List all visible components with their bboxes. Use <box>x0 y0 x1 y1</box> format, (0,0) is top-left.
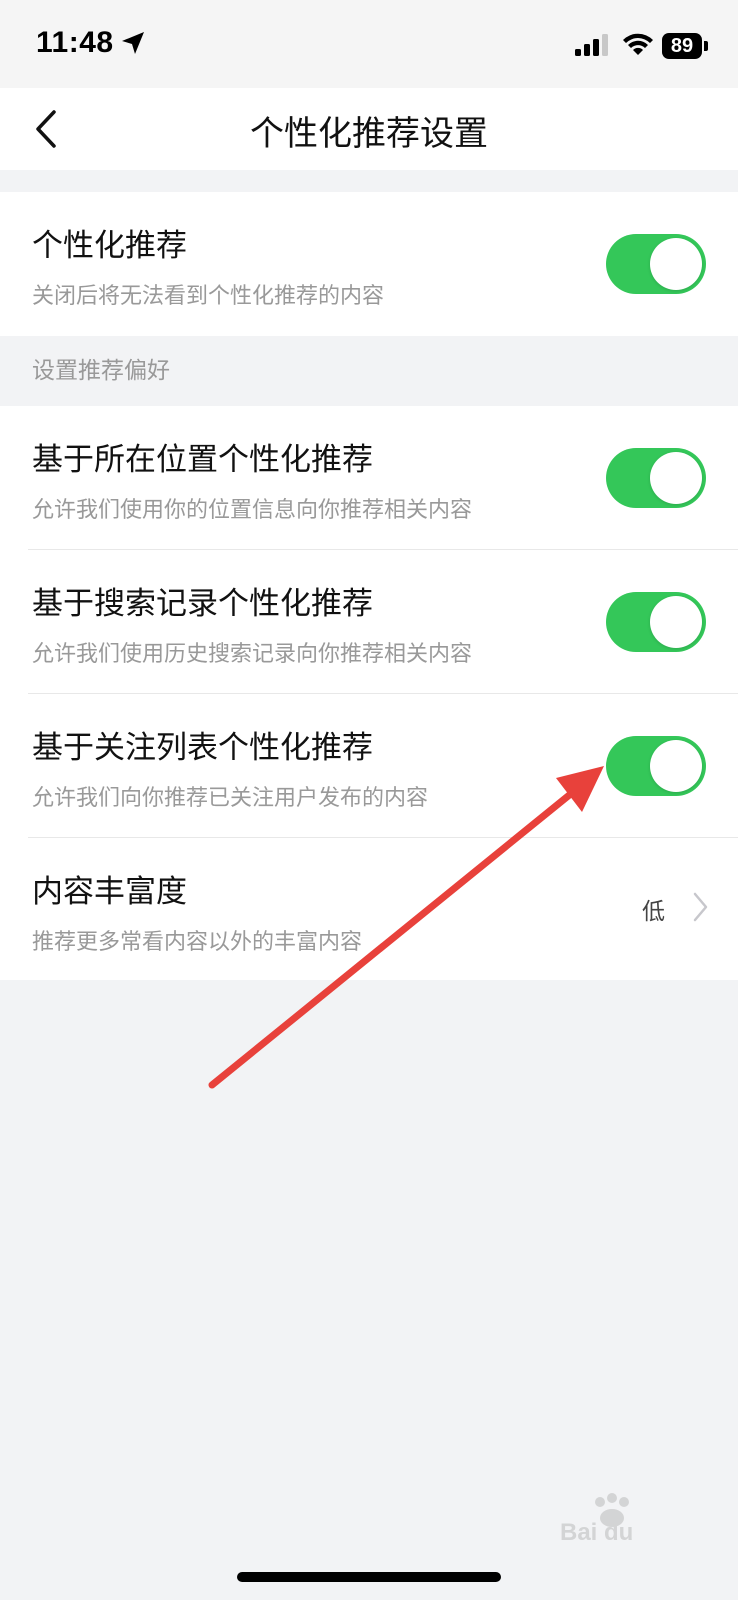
baidu-watermark-logo: Bai du <box>560 1493 633 1546</box>
status-bar: 11:48 89 <box>0 0 738 88</box>
preferences-card: 基于所在位置个性化推荐 允许我们使用你的位置信息向你推荐相关内容 基于搜索记录个… <box>0 406 738 980</box>
location-recommend-title: 基于所在位置个性化推荐 <box>32 442 373 478</box>
wifi-icon <box>623 33 653 55</box>
toggle-knob <box>650 238 702 290</box>
battery-level: 89 <box>662 33 702 59</box>
navigation-bar: 个性化推荐设置 <box>0 88 738 170</box>
toggle-knob <box>650 740 702 792</box>
content-richness-title: 内容丰富度 <box>32 874 187 910</box>
following-recommend-subtitle: 允许我们向你推荐已关注用户发布的内容 <box>32 786 429 811</box>
search-recommend-toggle[interactable] <box>606 592 706 652</box>
svg-text:Bai: Bai <box>560 1519 597 1546</box>
location-arrow-icon <box>122 32 144 54</box>
following-recommend-title: 基于关注列表个性化推荐 <box>32 730 373 766</box>
content-richness-subtitle: 推荐更多常看内容以外的丰富内容 <box>32 930 363 955</box>
personalized-recommend-card: 个性化推荐 关闭后将无法看到个性化推荐的内容 <box>0 192 738 336</box>
cellular-signal-icon <box>575 34 608 56</box>
search-recommend-subtitle: 允许我们使用历史搜索记录向你推荐相关内容 <box>32 642 473 667</box>
list-item-following: 基于关注列表个性化推荐 允许我们向你推荐已关注用户发布的内容 <box>0 694 738 838</box>
page-title: 个性化推荐设置 <box>250 114 488 154</box>
toggle-knob <box>650 452 702 504</box>
home-indicator[interactable] <box>237 1572 501 1582</box>
toggle-knob <box>650 596 702 648</box>
personalized-recommend-toggle[interactable] <box>606 234 706 294</box>
search-recommend-title: 基于搜索记录个性化推荐 <box>32 586 373 622</box>
list-item-location: 基于所在位置个性化推荐 允许我们使用你的位置信息向你推荐相关内容 <box>0 406 738 550</box>
following-recommend-toggle[interactable] <box>606 736 706 796</box>
personalized-recommend-subtitle: 关闭后将无法看到个性化推荐的内容 <box>32 284 385 309</box>
location-recommend-toggle[interactable] <box>606 448 706 508</box>
svg-text:du: du <box>604 1519 633 1546</box>
chevron-right-icon <box>693 892 708 922</box>
status-time: 11:48 <box>36 26 114 59</box>
battery-cap <box>704 41 708 51</box>
location-recommend-subtitle: 允许我们使用你的位置信息向你推荐相关内容 <box>32 498 473 523</box>
list-item-content-richness[interactable]: 内容丰富度 推荐更多常看内容以外的丰富内容 低 <box>0 838 738 980</box>
personalized-recommend-title: 个性化推荐 <box>32 228 187 264</box>
content-richness-value: 低 <box>642 899 665 925</box>
list-item-search-history: 基于搜索记录个性化推荐 允许我们使用历史搜索记录向你推荐相关内容 <box>0 550 738 694</box>
battery-indicator: 89 <box>662 33 708 59</box>
section-label-preferences: 设置推荐偏好 <box>32 358 170 384</box>
